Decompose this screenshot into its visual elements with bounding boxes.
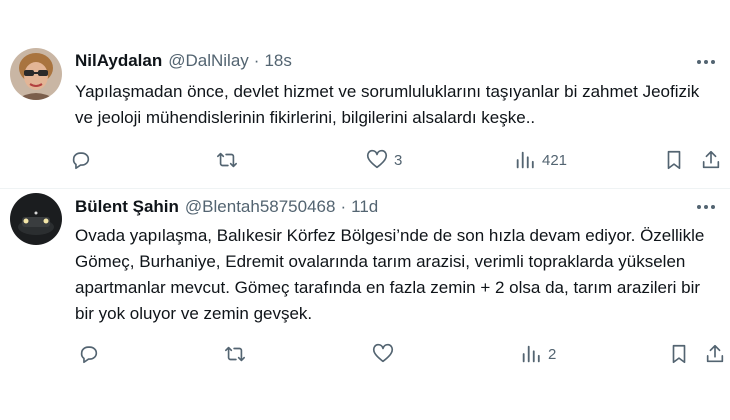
views-button[interactable]: 2 — [520, 341, 556, 367]
avatar[interactable] — [10, 48, 62, 100]
views-button[interactable]: 421 — [514, 147, 567, 173]
bookmark-button[interactable] — [663, 147, 685, 173]
tweet[interactable]: NilAydalan @DalNilay · 18s Yapılaşmadan … — [0, 0, 730, 189]
tweet[interactable]: Bülent Şahin @Blentah58750468 · 11d Ovad… — [0, 189, 730, 420]
retweet-button[interactable] — [224, 341, 252, 367]
share-button[interactable] — [704, 341, 726, 367]
tweet-text: Yapılaşmadan önce, devlet hizmet ve soru… — [75, 82, 700, 127]
like-button[interactable] — [372, 341, 400, 367]
action-bar: 3 421 — [70, 147, 730, 173]
view-count: 2 — [548, 345, 557, 363]
share-icon — [702, 150, 720, 169]
reply-icon — [72, 152, 90, 170]
share-icon — [706, 344, 724, 363]
share-button[interactable] — [700, 147, 722, 173]
more-dots-icon[interactable] — [694, 197, 718, 217]
views-icon — [522, 345, 540, 363]
tweet-header: Bülent Şahin @Blentah58750468 · 11d — [75, 195, 378, 219]
views-icon — [516, 151, 534, 169]
bookmark-button[interactable] — [668, 341, 690, 367]
separator-dot: · — [253, 51, 260, 70]
avatar[interactable] — [10, 193, 62, 245]
user-handle[interactable]: @Blentah58750468 — [185, 197, 336, 217]
separator-dot: · — [340, 197, 347, 216]
display-name[interactable]: Bülent Şahin — [75, 197, 179, 217]
user-handle[interactable]: @DalNilay — [168, 51, 249, 71]
reply-button[interactable] — [78, 341, 106, 367]
retweet-icon — [225, 346, 245, 362]
reply-button[interactable] — [70, 147, 98, 173]
retweet-icon — [217, 152, 237, 168]
display-name[interactable]: NilAydalan — [75, 51, 162, 71]
heart-icon — [373, 343, 393, 363]
timestamp[interactable]: 18s — [264, 51, 291, 71]
view-count: 421 — [542, 151, 568, 169]
tweet-header: NilAydalan @DalNilay · 18s — [75, 49, 292, 73]
timestamp[interactable]: 11d — [351, 197, 378, 217]
action-bar: 2 — [70, 341, 730, 367]
more-dots-icon[interactable] — [694, 52, 718, 72]
heart-icon — [367, 149, 387, 169]
tweet-text: Ovada yapılaşma, Balıkesir Körfez Bölges… — [75, 226, 705, 323]
like-button[interactable]: 3 — [366, 147, 402, 173]
like-count: 3 — [394, 151, 403, 169]
bookmark-icon — [672, 344, 686, 364]
reply-icon — [80, 346, 98, 364]
retweet-button[interactable] — [216, 147, 244, 173]
bookmark-icon — [667, 150, 681, 170]
